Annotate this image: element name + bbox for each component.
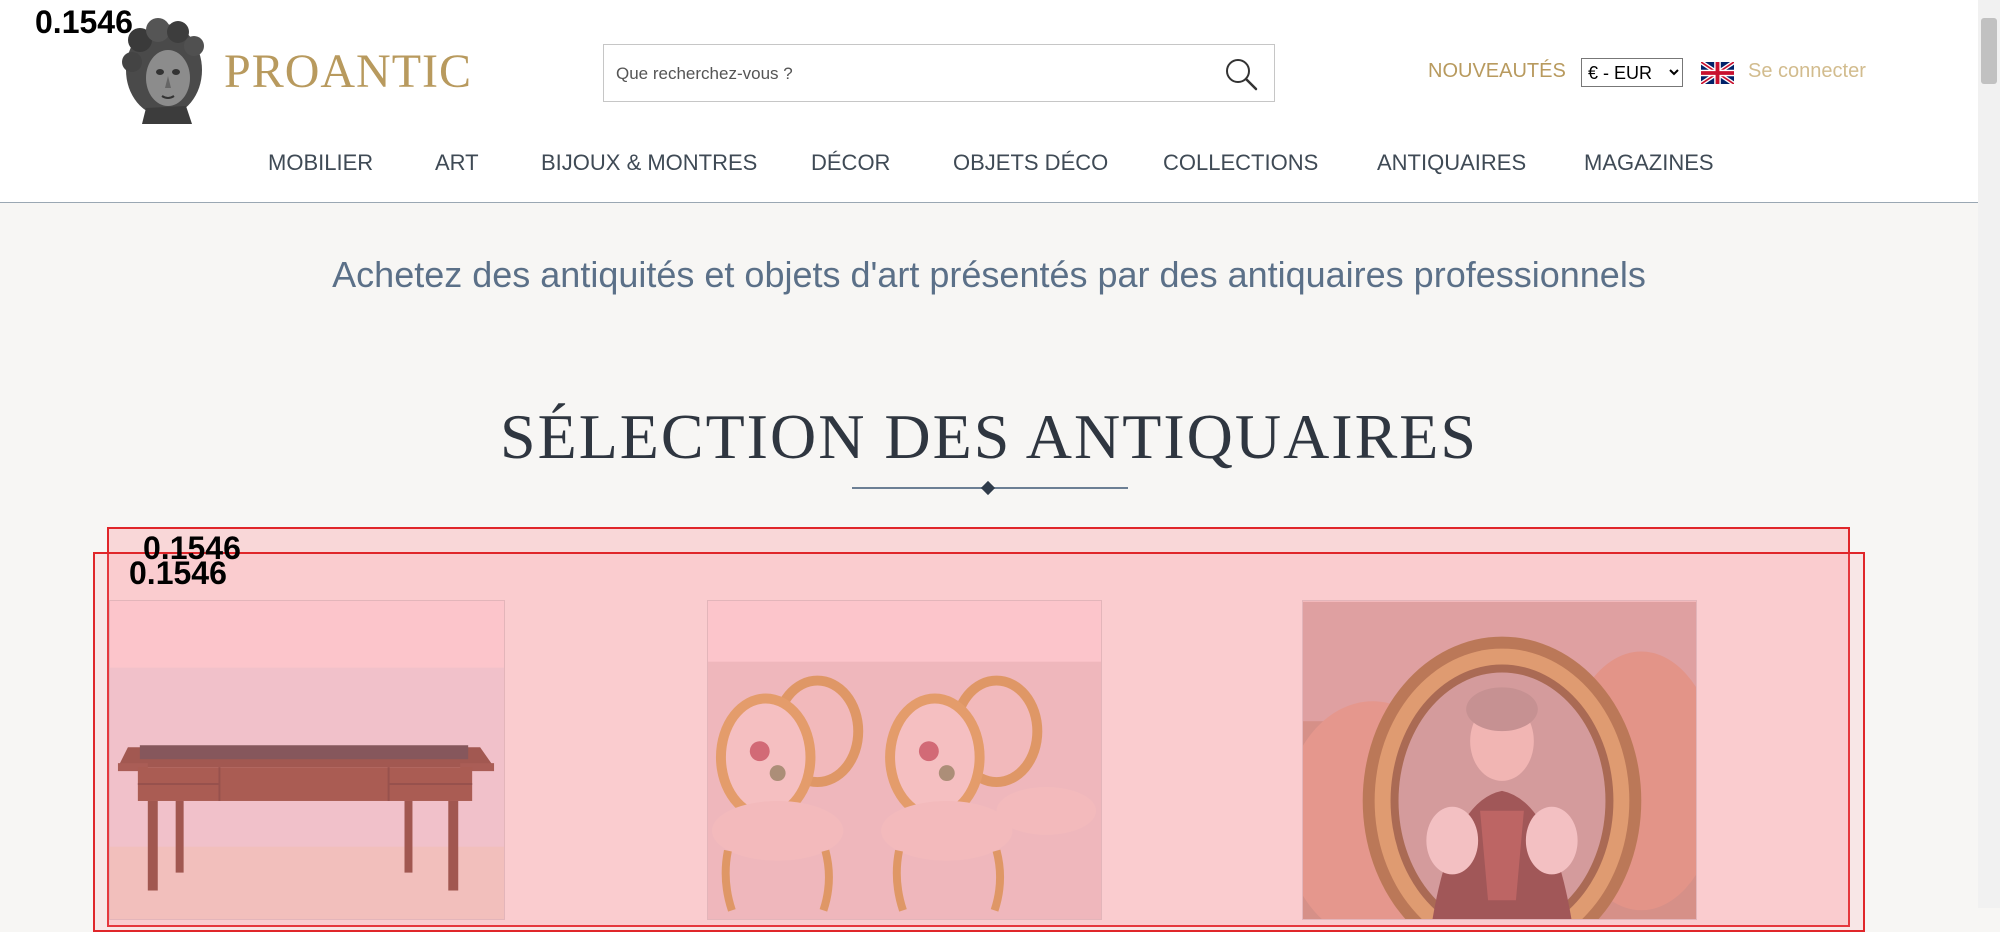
currency-select[interactable]: € - EUR [1581,58,1683,87]
scrollbar-thumb[interactable] [1981,18,1997,84]
tagline: Achetez des antiquités et objets d'art p… [332,254,1646,295]
page-scrollbar[interactable] [1978,0,2000,908]
nav-item-antiquaires[interactable]: ANTIQUAIRES [1377,150,1526,176]
uk-flag-icon[interactable] [1699,60,1736,86]
nav-item-bijoux-montres[interactable]: BIJOUX & MONTRES [541,150,757,176]
search-box [603,44,1275,103]
nav-item-objets-deco[interactable]: OBJETS DÉCO [953,150,1108,176]
section-title: SÉLECTION DES ANTIQUAIRES [500,401,1478,472]
detection-box-inner [93,552,1865,932]
inner-score-label: 0.1546 [129,555,227,591]
nav-item-collections[interactable]: COLLECTIONS [1163,150,1318,176]
main-nav: MOBILIER ART BIJOUX & MONTRES DÉCOR OBJE… [0,150,1978,180]
header-score-label: 0.1546 [35,4,133,40]
nav-item-decor[interactable]: DÉCOR [811,150,890,176]
login-link[interactable]: Se connecter [1748,60,1866,83]
nav-item-art[interactable]: ART [435,150,479,176]
nav-item-magazines[interactable]: MAGAZINES [1584,150,1714,176]
new-arrivals-link[interactable]: NOUVEAUTÉS [1428,60,1566,83]
search-icon[interactable] [1224,57,1258,91]
search-input[interactable] [614,45,1208,103]
logo-text[interactable]: PROANTIC [224,44,472,99]
nav-item-mobilier[interactable]: MOBILIER [268,150,373,176]
divider-diamond-icon [980,480,996,496]
site-header: PROANTIC NOUVEAUTÉS € - EUR Se connecter… [0,0,1978,203]
